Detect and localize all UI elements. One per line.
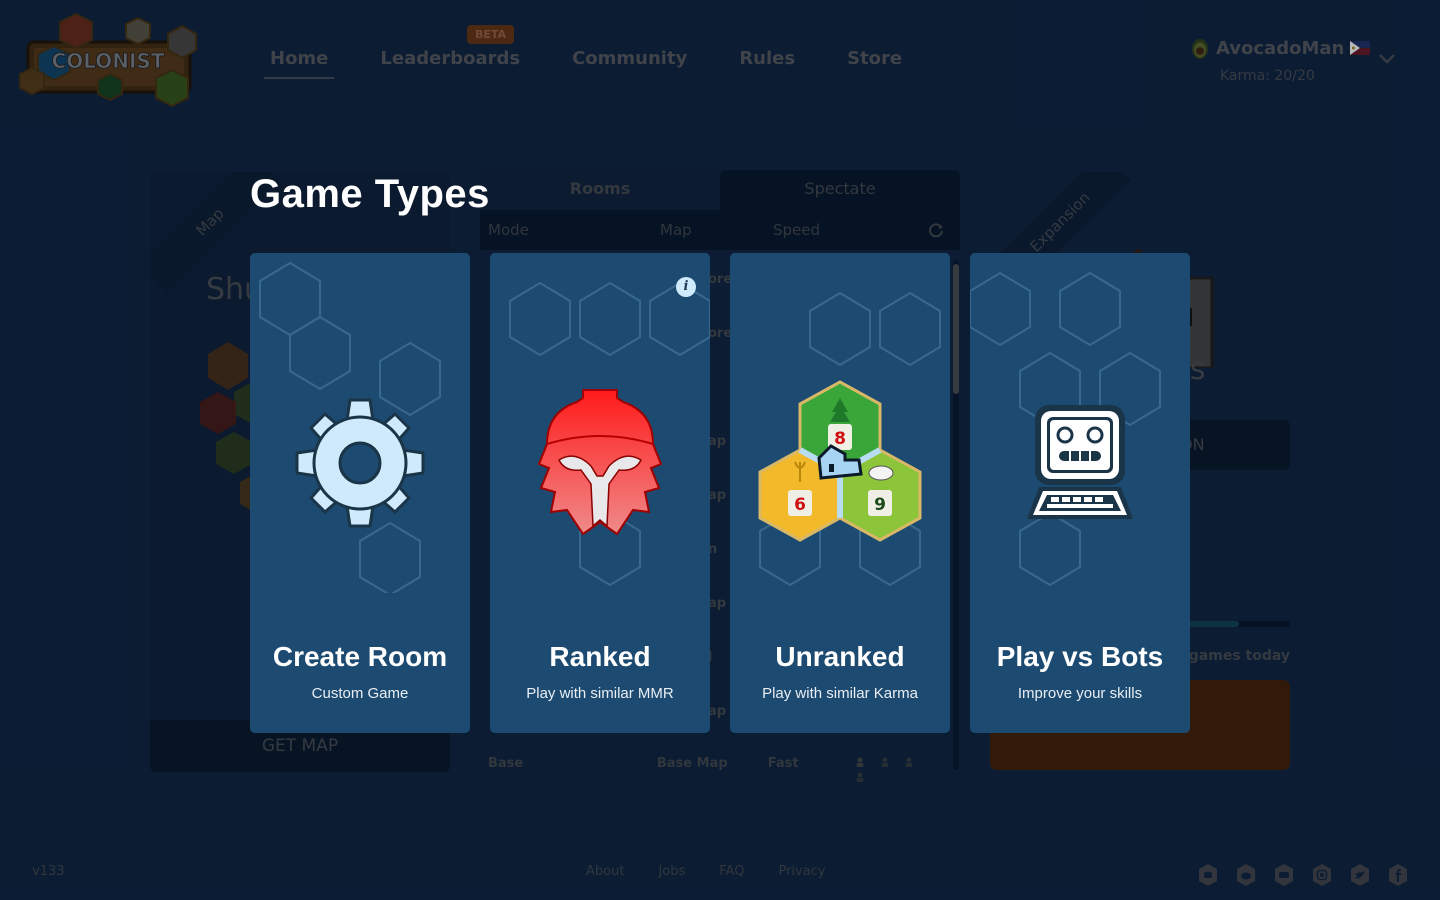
card-title: Create Room [272,641,448,672]
robot-computer-icon [1027,405,1133,519]
card-subtitle: Play with similar MMR [526,685,674,702]
card-title: Ranked [549,641,651,672]
card-unranked[interactable]: 8 6 9 Unranked Play with similar Karma [730,253,950,733]
svg-text:6: 6 [794,495,806,515]
card-create-room[interactable]: Create Room Custom Game [250,253,470,733]
card-subtitle: Improve your skills [1017,685,1143,702]
svg-text:8: 8 [834,429,846,449]
gear-icon [295,398,425,528]
game-type-cards: Create Room Custom Game i Ranked Play wi… [250,253,1210,733]
card-title: Play vs Bots [996,641,1164,672]
card-play-vs-bots[interactable]: Play vs Bots Improve your skills [970,253,1190,733]
modal-title: Game Types [250,172,490,216]
ranked-helmet-icon [537,389,663,536]
card-subtitle: Play with similar Karma [762,685,918,702]
card-ranked[interactable]: i Ranked Play with similar MMR [490,253,710,733]
info-icon[interactable]: i [676,277,696,297]
svg-text:9: 9 [874,495,886,515]
card-title: Unranked [775,641,905,672]
hex-tiles-icon: 8 6 9 [758,380,922,542]
card-subtitle: Custom Game [311,685,409,702]
